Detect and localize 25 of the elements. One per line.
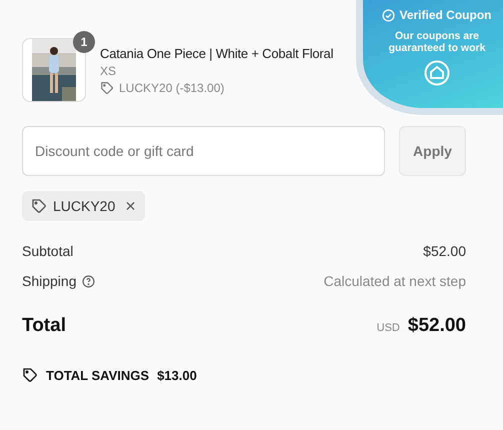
apply-button[interactable]: Apply — [399, 126, 466, 176]
popup-title: Verified Coupon — [399, 8, 492, 22]
tag-icon — [22, 367, 38, 383]
quantity-badge: 1 — [73, 31, 95, 53]
tag-icon — [100, 81, 114, 95]
popup-message: Our coupons are guaranteed to work — [388, 30, 486, 54]
summary-value: $52.00 — [423, 243, 466, 259]
total-value: $52.00 — [408, 315, 466, 336]
savings-label: TOTAL SAVINGS — [46, 368, 150, 382]
check-icon — [382, 8, 396, 22]
summary-label: Subtotal — [22, 243, 74, 259]
product-title: Catania One Piece | White + Cobalt Floral — [100, 46, 334, 61]
summary-value: Calculated at next step — [324, 273, 466, 289]
currency-code: USD — [376, 322, 400, 334]
savings-value: $13.00 — [157, 368, 197, 382]
total-label: Total — [22, 315, 66, 337]
summary-label: Shipping — [22, 273, 76, 289]
discount-field[interactable]: Discount code or gift card — [22, 126, 385, 176]
tag-icon — [31, 198, 47, 214]
product-discount: LUCKY20 (-$13.00) — [119, 81, 224, 95]
help-icon[interactable] — [82, 274, 94, 288]
remove-button[interactable]: × — [121, 197, 136, 215]
product-variant: XS — [100, 64, 118, 78]
house-icon — [424, 60, 450, 86]
discount-code: LUCKY20 — [53, 198, 116, 214]
